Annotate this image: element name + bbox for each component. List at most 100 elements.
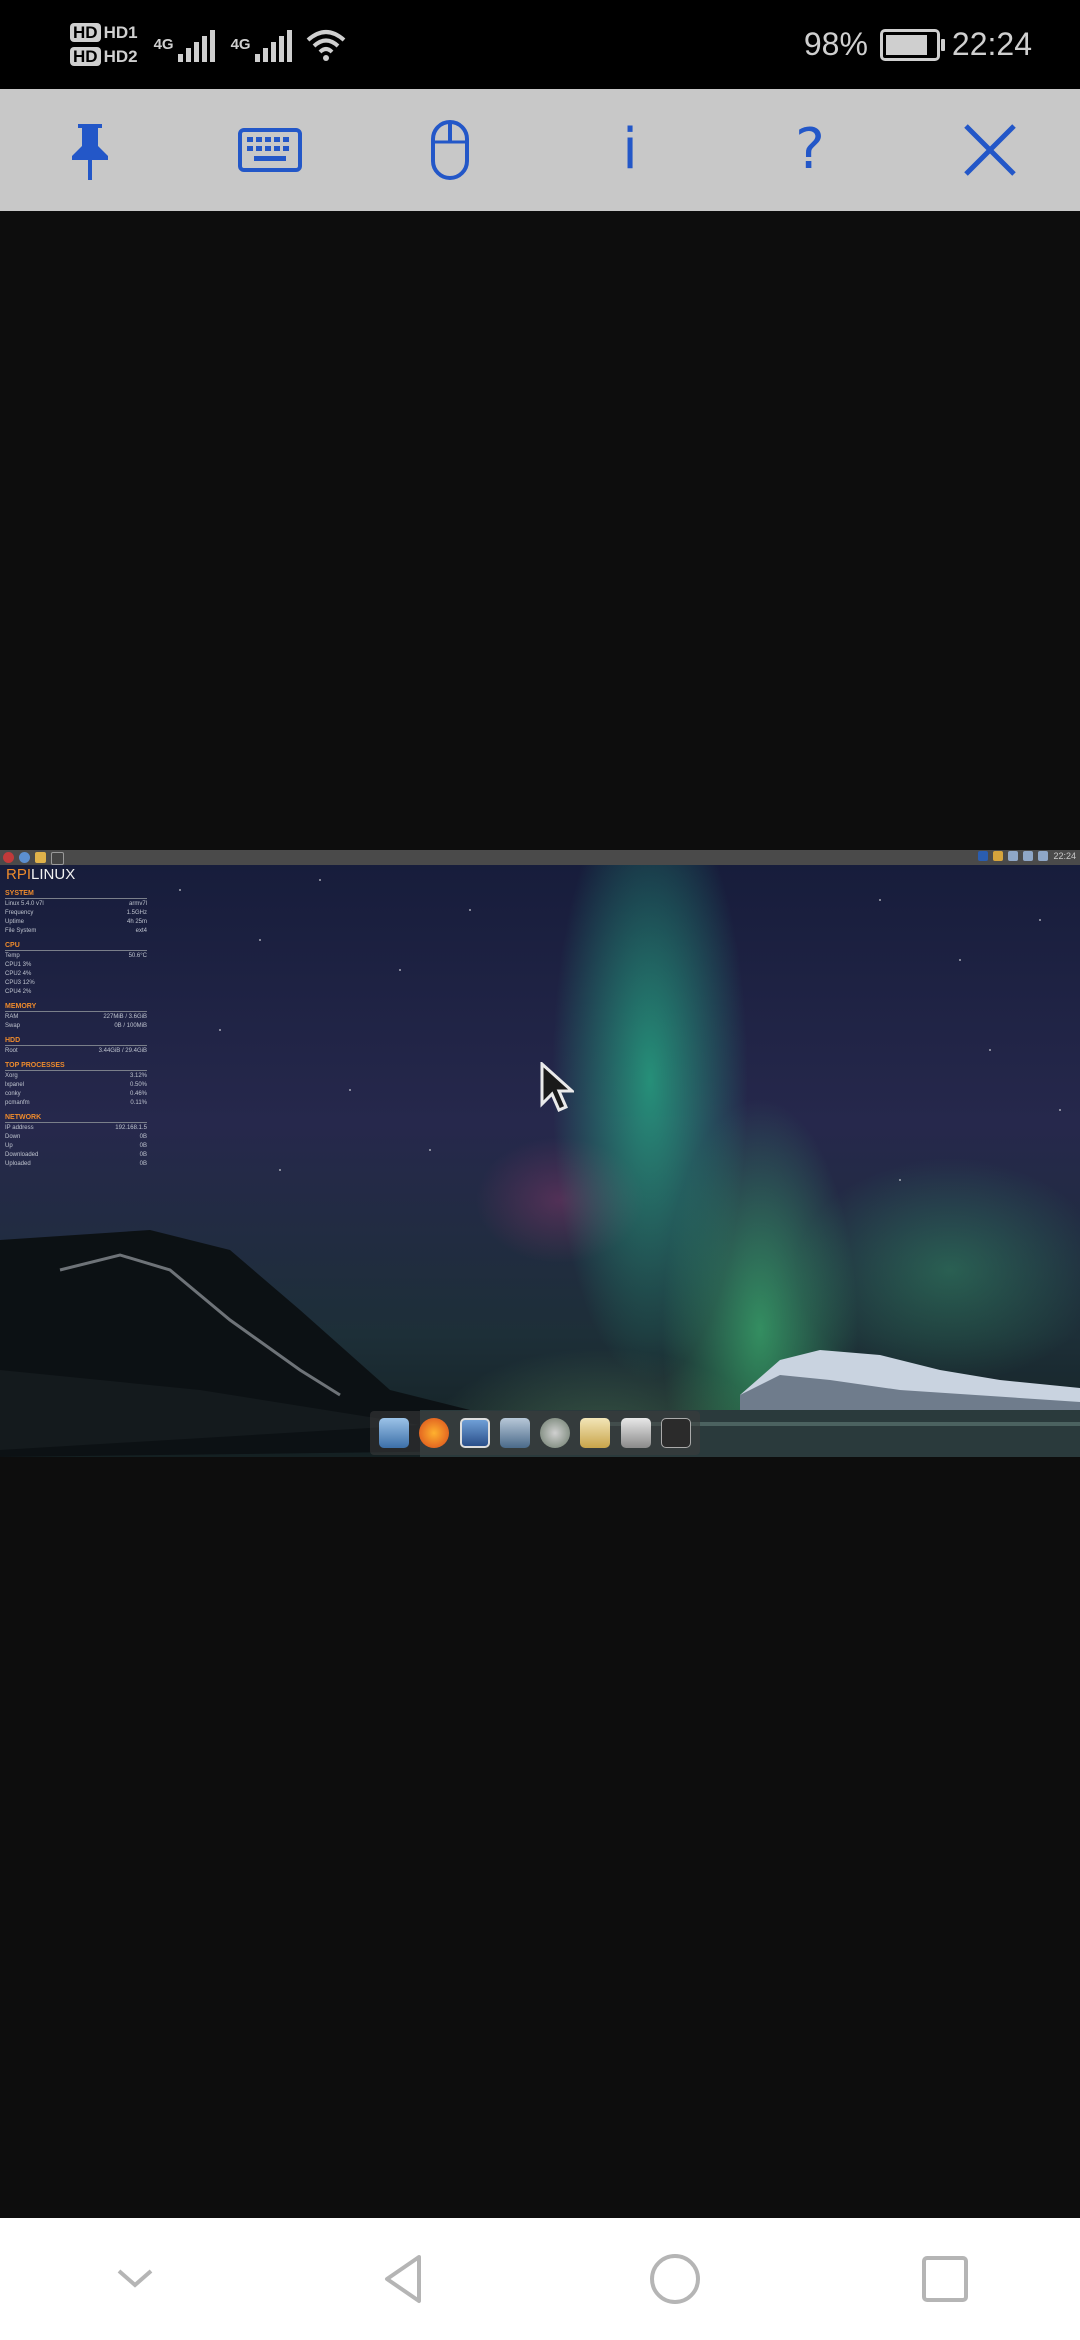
conky-row-label: lxpanel bbox=[5, 1082, 25, 1088]
recents-button[interactable] bbox=[900, 2234, 990, 2324]
conky-row-label: conky bbox=[5, 1091, 21, 1097]
conky-row: Xorg 3.12% bbox=[5, 1072, 147, 1081]
volume-tray-icon[interactable] bbox=[1038, 851, 1049, 861]
network-type-1: 4G bbox=[153, 36, 174, 53]
conky-row-label: CPU1 3% bbox=[5, 962, 32, 968]
battery-icon bbox=[879, 28, 945, 61]
info-button[interactable]: i bbox=[570, 100, 690, 200]
conky-row: CPU2 4% bbox=[5, 970, 147, 979]
status-right: 98% 22:24 bbox=[804, 0, 1032, 89]
mouse-button[interactable] bbox=[390, 100, 510, 200]
conky-row-label: Up bbox=[5, 1143, 13, 1149]
raspberry-menu-icon[interactable] bbox=[3, 852, 14, 863]
conky-system-monitor: SYSTEM Linux 5.4.0 v7l armv7l Frequency 1.5G… bbox=[5, 884, 147, 1169]
pin-icon bbox=[72, 124, 108, 180]
conky-row-label: CPU4 2% bbox=[5, 989, 32, 995]
signal-2-icon: 4G bbox=[231, 28, 292, 62]
conky-row-value: 227MiB / 3.6GiB bbox=[103, 1014, 147, 1020]
conky-row-value: 3.44GiB / 29.4GiB bbox=[98, 1048, 147, 1054]
conky-section: CPU Temp 50.6°C CPU1 3% CPU2 4% CPU3 12% CPU4 … bbox=[5, 942, 147, 997]
status-clock: 22:24 bbox=[951, 26, 1032, 62]
mouse-icon bbox=[431, 120, 469, 180]
conky-row-label: CPU3 12% bbox=[5, 980, 35, 986]
chevron-down-icon bbox=[117, 2269, 153, 2288]
conky-section: HDD Root 3.44GiB / 29.4GiB bbox=[5, 1037, 147, 1056]
close-icon bbox=[964, 124, 1016, 176]
screenshot-dock-icon[interactable] bbox=[499, 1418, 530, 1448]
conky-row: Swap 0B / 100MiB bbox=[5, 1022, 147, 1031]
terminal-dock-icon[interactable] bbox=[660, 1418, 691, 1448]
conky-row-label: Down bbox=[5, 1134, 21, 1140]
conky-row: conky 0.46% bbox=[5, 1090, 147, 1099]
file-manager-dock-icon[interactable] bbox=[379, 1418, 410, 1448]
terminal-launcher-icon[interactable] bbox=[51, 852, 64, 865]
conky-row-label: Linux 5.4.0 v7l bbox=[5, 901, 44, 907]
back-icon bbox=[385, 2255, 421, 2303]
vnc-tray-icon[interactable] bbox=[978, 851, 989, 861]
conky-row: Frequency 1.5GHz bbox=[5, 909, 147, 918]
conky-row: RAM 227MiB / 3.6GiB bbox=[5, 1013, 147, 1022]
close-button[interactable] bbox=[930, 100, 1050, 200]
update-tray-icon[interactable] bbox=[993, 851, 1004, 861]
conky-section-title: CPU bbox=[5, 942, 147, 951]
network-tray-icon[interactable] bbox=[1023, 851, 1034, 861]
android-nav-bar bbox=[0, 2218, 1080, 2340]
conky-row: Root 3.44GiB / 29.4GiB bbox=[5, 1047, 147, 1056]
help-button[interactable]: ? bbox=[750, 100, 870, 200]
conky-row-label: Uploaded bbox=[5, 1161, 31, 1167]
conky-section: NETWORK IP address 192.168.1.5 Down 0B Up 0B Do… bbox=[5, 1114, 147, 1169]
browser-launcher-icon[interactable] bbox=[19, 852, 30, 863]
collapse-button[interactable] bbox=[90, 2234, 180, 2324]
rpilinux-logo: RPILINUX bbox=[6, 866, 76, 883]
conky-row: CPU3 12% bbox=[5, 979, 147, 988]
conky-section-title: SYSTEM bbox=[5, 890, 147, 899]
status-bar: HD HD1 HD HD2 4G 4G 98% 22:24 bbox=[0, 0, 1080, 89]
conky-section-title: TOP PROCESSES bbox=[5, 1062, 147, 1071]
keyboard-button[interactable] bbox=[210, 100, 330, 200]
conky-row-value: 0B / 100MiB bbox=[114, 1023, 147, 1029]
battery-percent: 98% bbox=[803, 26, 868, 62]
conky-row: IP address 192.168.1.5 bbox=[5, 1124, 147, 1133]
conky-row-value: 1.5GHz bbox=[126, 910, 147, 916]
conky-row-value: 3.12% bbox=[129, 1073, 147, 1079]
music-player-dock-icon[interactable] bbox=[540, 1418, 571, 1448]
back-button[interactable] bbox=[360, 2234, 450, 2324]
recents-icon bbox=[922, 2256, 968, 2302]
conky-row: CPU4 2% bbox=[5, 988, 147, 997]
conky-row-value: 0.11% bbox=[130, 1100, 147, 1106]
conky-row-label: IP address bbox=[5, 1125, 34, 1131]
conky-row-value: 0.46% bbox=[129, 1091, 147, 1097]
conky-row-label: Frequency bbox=[5, 910, 34, 916]
conky-row-label: File System bbox=[5, 928, 37, 934]
conky-section-title: MEMORY bbox=[5, 1003, 147, 1012]
conky-row: Uptime 4h 25m bbox=[5, 918, 147, 927]
remote-desktop-view[interactable]: 22:24 RPILINUX SYSTEM Linux 5.4.0 v7l armv… bbox=[0, 850, 1080, 1457]
conky-row-value: 0B bbox=[139, 1161, 147, 1167]
conky-row-label: pcmanfm bbox=[5, 1100, 30, 1106]
folder-launcher-icon[interactable] bbox=[35, 852, 46, 863]
conky-section: TOP PROCESSES Xorg 3.12% lxpanel 0.50% conky 0… bbox=[5, 1062, 147, 1108]
text-editor-dock-icon[interactable] bbox=[580, 1418, 611, 1448]
remote-toolbar: i ? bbox=[0, 89, 1080, 211]
conky-row-label: Temp bbox=[5, 953, 20, 959]
keyboard-icon bbox=[238, 128, 302, 172]
bluetooth-tray-icon[interactable] bbox=[1008, 851, 1019, 861]
home-icon bbox=[650, 2254, 700, 2304]
conky-row: lxpanel 0.50% bbox=[5, 1081, 147, 1090]
conky-row-value: 4h 25m bbox=[126, 919, 147, 925]
conky-row: Down 0B bbox=[5, 1133, 147, 1142]
home-button[interactable] bbox=[630, 2234, 720, 2324]
conky-row: Temp 50.6°C bbox=[5, 952, 147, 961]
pin-button[interactable] bbox=[30, 100, 150, 200]
image-viewer-dock-icon[interactable] bbox=[459, 1418, 490, 1448]
conky-row-value: armv7l bbox=[128, 901, 147, 907]
conky-row: pcmanfm 0.11% bbox=[5, 1099, 147, 1108]
conky-row: File System ext4 bbox=[5, 927, 147, 936]
status-left: HD HD1 HD HD2 4G 4G bbox=[70, 14, 346, 76]
desktop-wallpaper bbox=[0, 879, 1080, 1457]
conky-row: Uploaded 0B bbox=[5, 1160, 147, 1169]
conky-row-value: 0B bbox=[139, 1143, 147, 1149]
firefox-dock-icon[interactable] bbox=[419, 1418, 450, 1448]
drive-dock-icon[interactable] bbox=[620, 1418, 651, 1448]
conky-section: MEMORY RAM 227MiB / 3.6GiB Swap 0B / 100MiB bbox=[5, 1003, 147, 1031]
